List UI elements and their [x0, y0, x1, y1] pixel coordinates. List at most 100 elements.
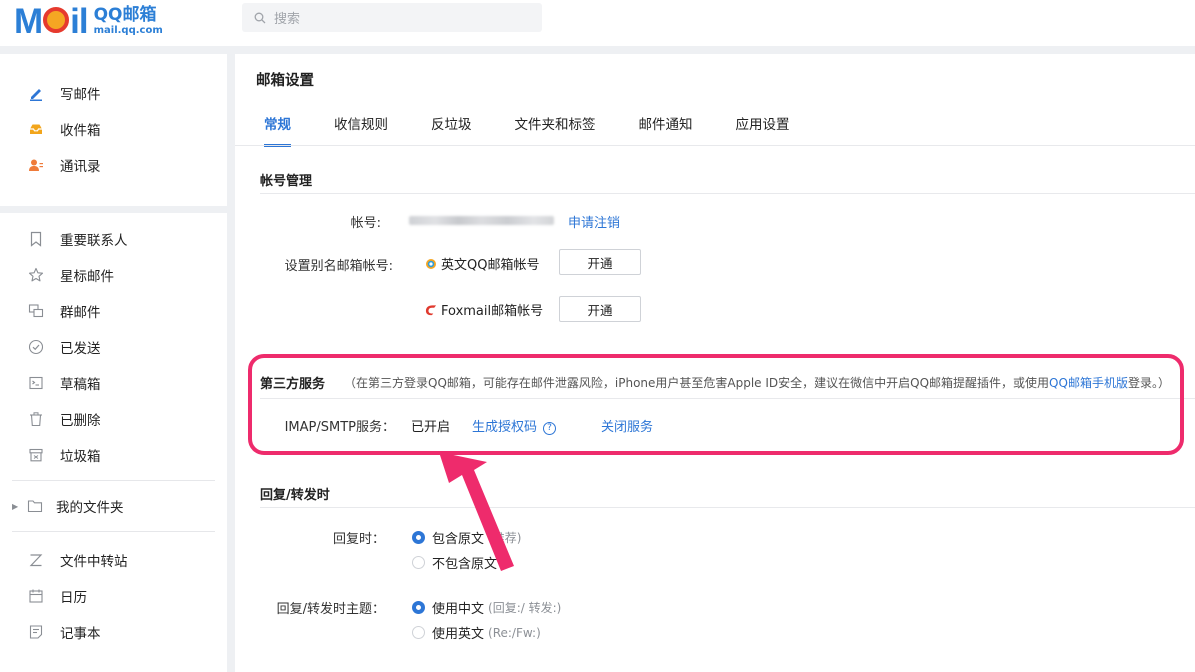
- sidebar-secondary: 重要联系人 星标邮件 群邮件 已发送 草稿箱 已删除 垃圾箱 ▶ 我的文件夹 文…: [0, 213, 227, 672]
- tab-mail-notify[interactable]: 邮件通知: [639, 113, 705, 133]
- settings-tabs: 常规 收信规则 反垃圾 文件夹和标签 邮件通知 应用设置: [252, 113, 833, 147]
- folder-icon: [26, 497, 44, 515]
- sidebar-item-important-contacts[interactable]: 重要联系人: [0, 221, 227, 257]
- sidebar-item-label: 群邮件: [60, 305, 101, 321]
- option-label: 不包含原文: [432, 557, 498, 572]
- logo-cn-text: QQ邮箱: [93, 4, 157, 25]
- radio-unselected[interactable]: [412, 626, 425, 639]
- qq-mail-logo[interactable]: Mil QQ邮箱 mail.qq.com: [14, 2, 163, 40]
- note-text: （在第三方登录QQ邮箱，可能存在邮件泄露风险，iPhone用户甚至危害Apple…: [344, 376, 1050, 390]
- sidebar-item-group-mail[interactable]: 群邮件: [0, 293, 227, 329]
- sidebar-item-notepad[interactable]: 记事本: [0, 614, 227, 650]
- mobile-app-link[interactable]: QQ邮箱手机版: [1049, 376, 1128, 390]
- sidebar-item-inbox[interactable]: 收件箱: [0, 111, 227, 147]
- sidebar-item-label: 收件箱: [60, 123, 101, 139]
- section-divider: [260, 193, 1195, 194]
- radio-selected[interactable]: [412, 601, 425, 614]
- section-divider: [260, 398, 1195, 399]
- sidebar-item-my-folders[interactable]: ▶ 我的文件夹: [0, 481, 227, 531]
- reply-exclude-original-option[interactable]: 不包含原文: [412, 553, 497, 572]
- notepad-icon: [27, 623, 45, 641]
- link-label: 生成授权码: [472, 420, 538, 435]
- tab-anti-spam[interactable]: 反垃圾: [431, 113, 484, 133]
- sidebar-item-label: 垃圾箱: [60, 449, 101, 465]
- subject-chinese-option[interactable]: 使用中文 (回复:/ 转发:): [412, 598, 561, 617]
- logo-domain-text: mail.qq.com: [93, 24, 163, 36]
- tab-folders-labels[interactable]: 文件夹和标签: [515, 113, 608, 133]
- search-input[interactable]: 搜索: [242, 3, 542, 32]
- top-bar: Mil QQ邮箱 mail.qq.com 搜索: [0, 0, 1195, 46]
- sidebar-item-label: 星标邮件: [60, 269, 114, 285]
- enable-english-alias-button[interactable]: 开通: [559, 249, 641, 275]
- close-service-link[interactable]: 关闭服务: [601, 416, 653, 435]
- foxmail-icon: [425, 304, 437, 316]
- option-hint: (推荐): [488, 531, 522, 545]
- sidebar-item-compose[interactable]: 写邮件: [0, 75, 227, 111]
- sidebar-item-label: 已删除: [60, 413, 101, 429]
- cancel-account-link[interactable]: 申请注销: [568, 212, 620, 231]
- bookmark-icon: [27, 230, 45, 248]
- trash-icon: [27, 410, 45, 428]
- section-title-reply: 回复/转发时: [260, 488, 330, 503]
- calendar-icon: [27, 587, 45, 605]
- draft-icon: [27, 374, 45, 392]
- alias-foxmail: Foxmail邮箱帐号: [425, 300, 543, 319]
- imap-smtp-label: IMAP/SMTP服务：: [284, 420, 395, 435]
- sidebar-primary: 写邮件 收件箱 通讯录: [0, 54, 227, 206]
- sidebar-item-label: 已发送: [60, 341, 101, 357]
- sidebar-item-label: 记事本: [60, 626, 101, 642]
- tab-general[interactable]: 常规: [252, 113, 303, 147]
- generate-auth-code-link[interactable]: 生成授权码?: [472, 416, 557, 435]
- search-placeholder: 搜索: [274, 12, 301, 27]
- alias-item-label: 英文QQ邮箱帐号: [441, 258, 540, 273]
- settings-panel: 邮箱设置 常规 收信规则 反垃圾 文件夹和标签 邮件通知 应用设置 帐号管理 帐…: [235, 54, 1195, 672]
- sidebar-item-label: 通讯录: [60, 159, 101, 175]
- tab-receive-rules[interactable]: 收信规则: [334, 113, 400, 133]
- sidebar-item-contacts[interactable]: 通讯录: [0, 147, 227, 183]
- transfer-icon: [27, 551, 45, 569]
- sidebar-item-deleted[interactable]: 已删除: [0, 401, 227, 437]
- sidebar-item-calendar[interactable]: 日历: [0, 578, 227, 614]
- page-title: 邮箱设置: [256, 73, 314, 89]
- sidebar-item-drafts[interactable]: 草稿箱: [0, 365, 227, 401]
- reply-include-original-option[interactable]: 包含原文 (推荐): [412, 528, 521, 547]
- radio-selected[interactable]: [412, 531, 425, 544]
- section-title-third-party: 第三方服务: [260, 377, 326, 392]
- third-party-note: （在第三方登录QQ邮箱，可能存在邮件泄露风险，iPhone用户甚至危害Apple…: [344, 374, 1170, 391]
- sidebar-item-sent[interactable]: 已发送: [0, 329, 227, 365]
- sidebar-item-label: 写邮件: [60, 87, 101, 103]
- spam-box-icon: [27, 446, 45, 464]
- radio-unselected[interactable]: [412, 556, 425, 569]
- subject-label: 回复/转发时主题：: [276, 602, 385, 617]
- compose-icon: [27, 84, 45, 102]
- option-label: 使用英文: [432, 627, 485, 642]
- tab-app-settings[interactable]: 应用设置: [736, 113, 802, 133]
- alias-qq-english: 英文QQ邮箱帐号: [425, 254, 539, 273]
- section-divider: [260, 507, 1195, 508]
- inbox-icon: [27, 120, 45, 138]
- qq-alias-icon: [425, 258, 437, 270]
- enable-foxmail-alias-button[interactable]: 开通: [559, 296, 641, 322]
- option-label: 使用中文: [432, 602, 485, 617]
- subject-english-option[interactable]: 使用英文 (Re:/Fw:): [412, 623, 541, 642]
- imap-status: 已开启: [411, 420, 451, 435]
- alias-item-label: Foxmail邮箱帐号: [441, 304, 544, 319]
- search-icon: [254, 12, 266, 23]
- option-label: 包含原文: [432, 532, 485, 547]
- sidebar-item-file-transfer[interactable]: 文件中转站: [0, 542, 227, 578]
- sidebar-item-spam[interactable]: 垃圾箱: [0, 437, 227, 473]
- sidebar-item-label: 文件中转站: [60, 554, 128, 570]
- contacts-icon: [27, 156, 45, 174]
- logo-wordmark: Mil: [14, 1, 89, 41]
- reply-label: 回复时：: [332, 532, 385, 547]
- sidebar-item-starred[interactable]: 星标邮件: [0, 257, 227, 293]
- chevron-right-icon[interactable]: ▶: [12, 502, 22, 511]
- tabs-divider: [235, 145, 1195, 146]
- sidebar-item-label: 我的文件夹: [56, 500, 124, 516]
- account-label: 帐号:: [350, 216, 381, 231]
- star-icon: [27, 266, 45, 284]
- alias-label: 设置别名邮箱帐号:: [284, 259, 393, 274]
- sent-check-icon: [27, 338, 45, 356]
- section-title-account: 帐号管理: [260, 174, 313, 189]
- help-icon[interactable]: ?: [543, 421, 557, 435]
